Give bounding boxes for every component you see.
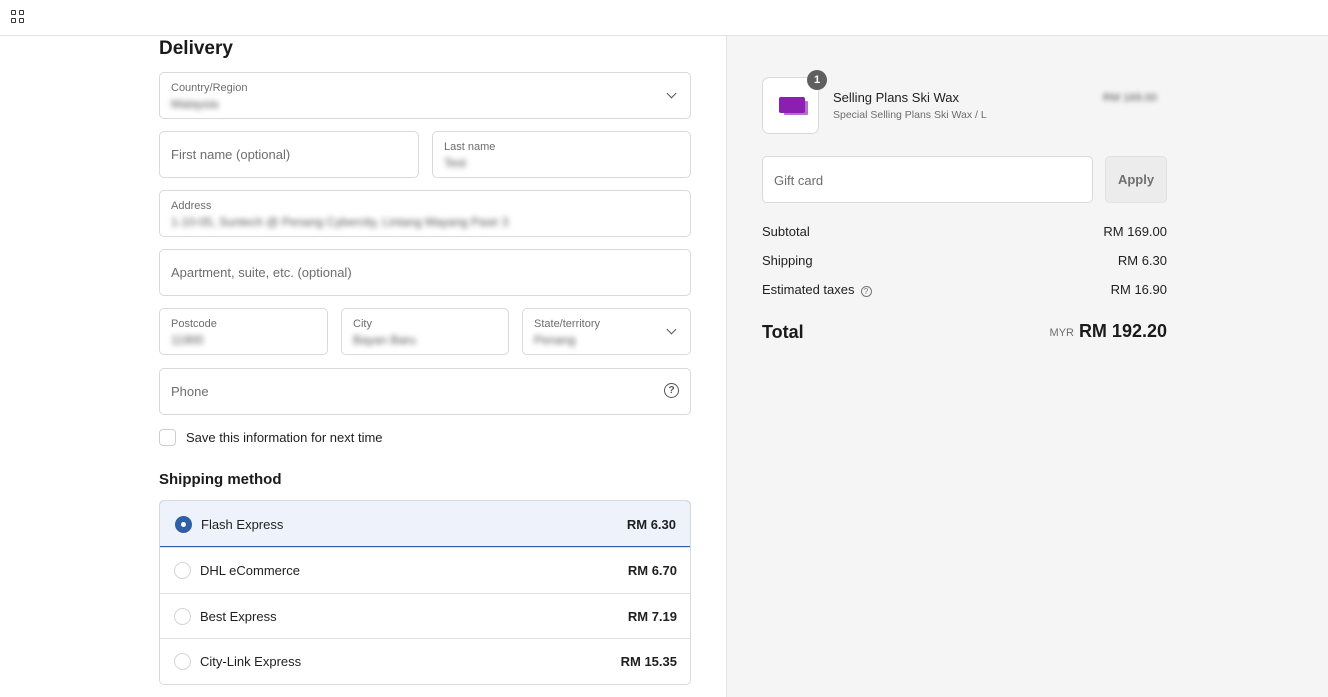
shipping-method-heading: Shipping method	[159, 471, 282, 488]
last-name-label: Last name	[444, 141, 496, 153]
shipping-option-name: City-Link Express	[200, 654, 302, 669]
subtotal-value: RM 169.00	[1103, 224, 1167, 239]
taxes-row: Estimated taxes? RM 16.90	[762, 282, 1167, 300]
country-label: Country/Region	[171, 82, 248, 94]
subtotal-label: Subtotal	[762, 224, 810, 239]
save-info-checkbox[interactable]	[159, 428, 176, 446]
last-name-field[interactable]: Last name Test	[432, 131, 691, 178]
total-row: Total MYR RM 192.20	[762, 320, 1167, 346]
total-currency: MYR	[1049, 327, 1074, 339]
shipping-option-city-link-express[interactable]: City-Link Express RM 15.35	[160, 638, 690, 684]
address-label: Address	[171, 200, 212, 212]
shipping-value: RM 6.30	[1117, 253, 1167, 268]
state-select[interactable]: State/territory Penang	[522, 308, 691, 355]
product-name: Selling Plans Ski Wax	[833, 90, 959, 105]
shipping-option-name: Best Express	[200, 608, 277, 624]
shipping-option-price: RM 7.19	[627, 608, 677, 624]
apartment-field[interactable]: Apartment, suite, etc. (optional)	[159, 249, 691, 296]
gift-card-input[interactable]: Gift card	[762, 156, 1093, 203]
first-name-placeholder: First name (optional)	[171, 147, 291, 162]
phone-field[interactable]: Phone ?	[159, 368, 691, 415]
radio-unselected[interactable]	[174, 607, 191, 625]
top-bar	[0, 0, 1328, 36]
checkout-form: Delivery Country/Region Malaysia First n…	[0, 36, 726, 697]
save-info-row[interactable]: Save this information for next time	[159, 428, 383, 446]
shipping-row: Shipping RM 6.30	[762, 253, 1167, 271]
shipping-label: Shipping	[762, 253, 813, 268]
country-select[interactable]: Country/Region Malaysia	[159, 72, 691, 119]
first-name-field[interactable]: First name (optional)	[159, 131, 419, 178]
subtotal-row: Subtotal RM 169.00	[762, 224, 1167, 242]
grid-icon[interactable]	[11, 10, 25, 24]
chevron-down-icon	[666, 324, 677, 335]
shipping-option-flash-express[interactable]: Flash Express RM 6.30	[160, 500, 690, 547]
apartment-placeholder: Apartment, suite, etc. (optional)	[171, 265, 352, 280]
total-value: RM 192.20	[1078, 321, 1167, 341]
help-icon[interactable]: ?	[664, 383, 679, 398]
shipping-option-name: DHL eCommerce	[200, 563, 300, 578]
state-value: Penang	[534, 333, 576, 347]
state-label: State/territory	[534, 318, 601, 330]
shipping-option-price: RM 6.70	[627, 563, 677, 578]
city-field[interactable]: City Bayan Baru	[341, 308, 509, 355]
last-name-value: Test	[444, 156, 467, 170]
product-variant: Special Selling Plans Ski Wax / L	[833, 109, 987, 121]
country-value: Malaysia	[171, 97, 219, 111]
radio-selected[interactable]	[175, 516, 192, 533]
shipping-option-name: Flash Express	[201, 517, 284, 532]
city-value: Bayan Baru	[353, 333, 416, 347]
save-info-label: Save this information for next time	[186, 429, 383, 445]
taxes-label-wrap: Estimated taxes?	[762, 282, 872, 297]
radio-unselected[interactable]	[174, 653, 191, 670]
delivery-heading: Delivery	[159, 38, 233, 59]
postcode-value: 11900	[171, 333, 204, 347]
shipping-option-price: RM 6.30	[626, 517, 676, 532]
address-field[interactable]: Address 1-10-05, Suntech @ Penang Cyberc…	[159, 190, 691, 237]
shipping-options: Flash Express RM 6.30 DHL eCommerce RM 6…	[159, 500, 691, 685]
shipping-option-price: RM 15.35	[620, 654, 677, 669]
total-label: Total	[762, 322, 804, 342]
apply-button[interactable]: Apply	[1105, 156, 1167, 203]
postcode-label: Postcode	[171, 318, 217, 330]
postcode-field[interactable]: Postcode 11900	[159, 308, 328, 355]
chevron-down-icon	[666, 88, 677, 99]
ski-wax-image	[779, 97, 805, 113]
help-icon[interactable]: ?	[860, 286, 872, 297]
order-summary: 1 Selling Plans Ski Wax Special Selling …	[726, 36, 1328, 697]
product-price: RM 169.00	[1103, 92, 1157, 104]
address-value: 1-10-05, Suntech @ Penang Cybercity, Lin…	[171, 215, 509, 229]
shipping-option-dhl-ecommerce[interactable]: DHL eCommerce RM 6.70	[160, 547, 690, 593]
quantity-badge: 1	[807, 70, 827, 90]
shipping-option-best-express[interactable]: Best Express RM 7.19	[160, 592, 690, 638]
city-label: City	[353, 318, 372, 330]
taxes-value: RM 16.90	[1110, 282, 1167, 297]
phone-placeholder: Phone	[171, 384, 209, 399]
taxes-label: Estimated taxes	[762, 282, 855, 297]
gift-card-placeholder: Gift card	[774, 173, 824, 188]
radio-unselected[interactable]	[174, 562, 191, 579]
